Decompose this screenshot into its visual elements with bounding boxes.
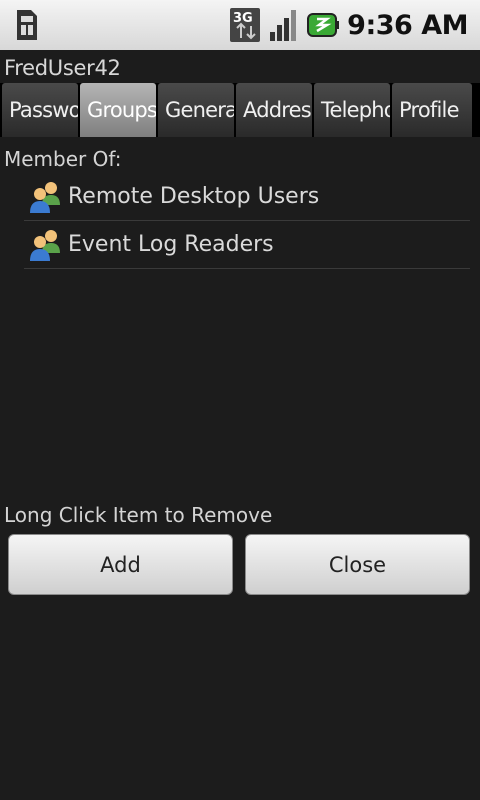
group-label: Remote Desktop Users (68, 184, 320, 209)
tab-password[interactable]: Password (2, 83, 78, 137)
tab-address[interactable]: Address (236, 83, 312, 137)
group-label: Event Log Readers (68, 232, 274, 257)
button-bar: Add Close (8, 534, 470, 595)
window-title: FredUser42 (4, 56, 121, 80)
close-button[interactable]: Close (245, 534, 470, 595)
tab-profile[interactable]: Profile (392, 83, 472, 137)
signal-strength-icon (269, 8, 299, 42)
list-item-event-log-readers[interactable]: Event Log Readers (24, 221, 470, 269)
svg-text:3G: 3G (233, 11, 253, 26)
status-bar: 3G 9:36 AM (0, 0, 480, 50)
user-group-icon (28, 179, 64, 215)
group-list: Remote Desktop Users Event Log Readers (24, 173, 470, 269)
status-time: 9:36 AM (347, 9, 468, 41)
3g-data-icon: 3G (229, 7, 261, 43)
tab-telephones[interactable]: Telephones (314, 83, 390, 137)
user-group-icon (28, 227, 64, 263)
tab-general[interactable]: General (158, 83, 234, 137)
remove-hint: Long Click Item to Remove (4, 503, 273, 527)
list-item-remote-desktop-users[interactable]: Remote Desktop Users (24, 173, 470, 221)
app-content: FredUser42 Password Groups General Addre… (0, 50, 480, 800)
member-of-label: Member Of: (4, 147, 122, 171)
tab-groups[interactable]: Groups (80, 83, 156, 137)
tab-bar: Password Groups General Address Telephon… (0, 83, 480, 137)
add-button[interactable]: Add (8, 534, 233, 595)
battery-charging-icon (307, 11, 340, 39)
sim-card-icon (14, 8, 40, 42)
